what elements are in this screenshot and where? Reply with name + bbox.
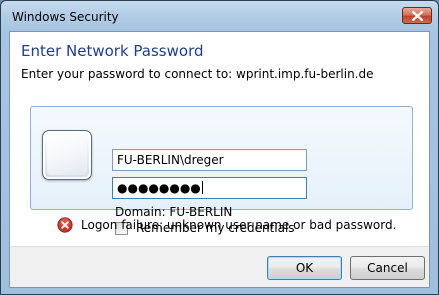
error-icon [57, 217, 73, 233]
credential-panel: FU-BERLIN\dreger ●●●●●●●● Domain: FU-BER… [30, 106, 413, 235]
cancel-button[interactable]: Cancel [350, 256, 425, 280]
close-icon [411, 10, 423, 21]
username-field[interactable]: FU-BERLIN\dreger [112, 149, 307, 171]
error-message: Logon failure: unknown user name or bad … [81, 218, 397, 232]
title-bar[interactable]: Windows Security [1, 1, 438, 33]
user-tile-icon [42, 130, 92, 180]
window-title: Windows Security [12, 10, 119, 24]
button-bar: OK Cancel [10, 246, 429, 287]
password-masked-value: ●●●●●●●● [117, 181, 201, 195]
ok-button[interactable]: OK [267, 256, 342, 280]
text-caret [201, 181, 203, 194]
security-dialog-window: Windows Security Enter Network Password … [0, 0, 439, 295]
dialog-heading: Enter Network Password [21, 42, 204, 60]
password-field[interactable]: ●●●●●●●● [112, 177, 307, 199]
dialog-subheading: Enter your password to connect to: wprin… [21, 67, 374, 81]
close-button[interactable] [402, 7, 432, 24]
error-message-row: Logon failure: unknown user name or bad … [57, 217, 396, 233]
user-tile-picture [47, 135, 87, 175]
username-value: FU-BERLIN\dreger [117, 153, 224, 167]
